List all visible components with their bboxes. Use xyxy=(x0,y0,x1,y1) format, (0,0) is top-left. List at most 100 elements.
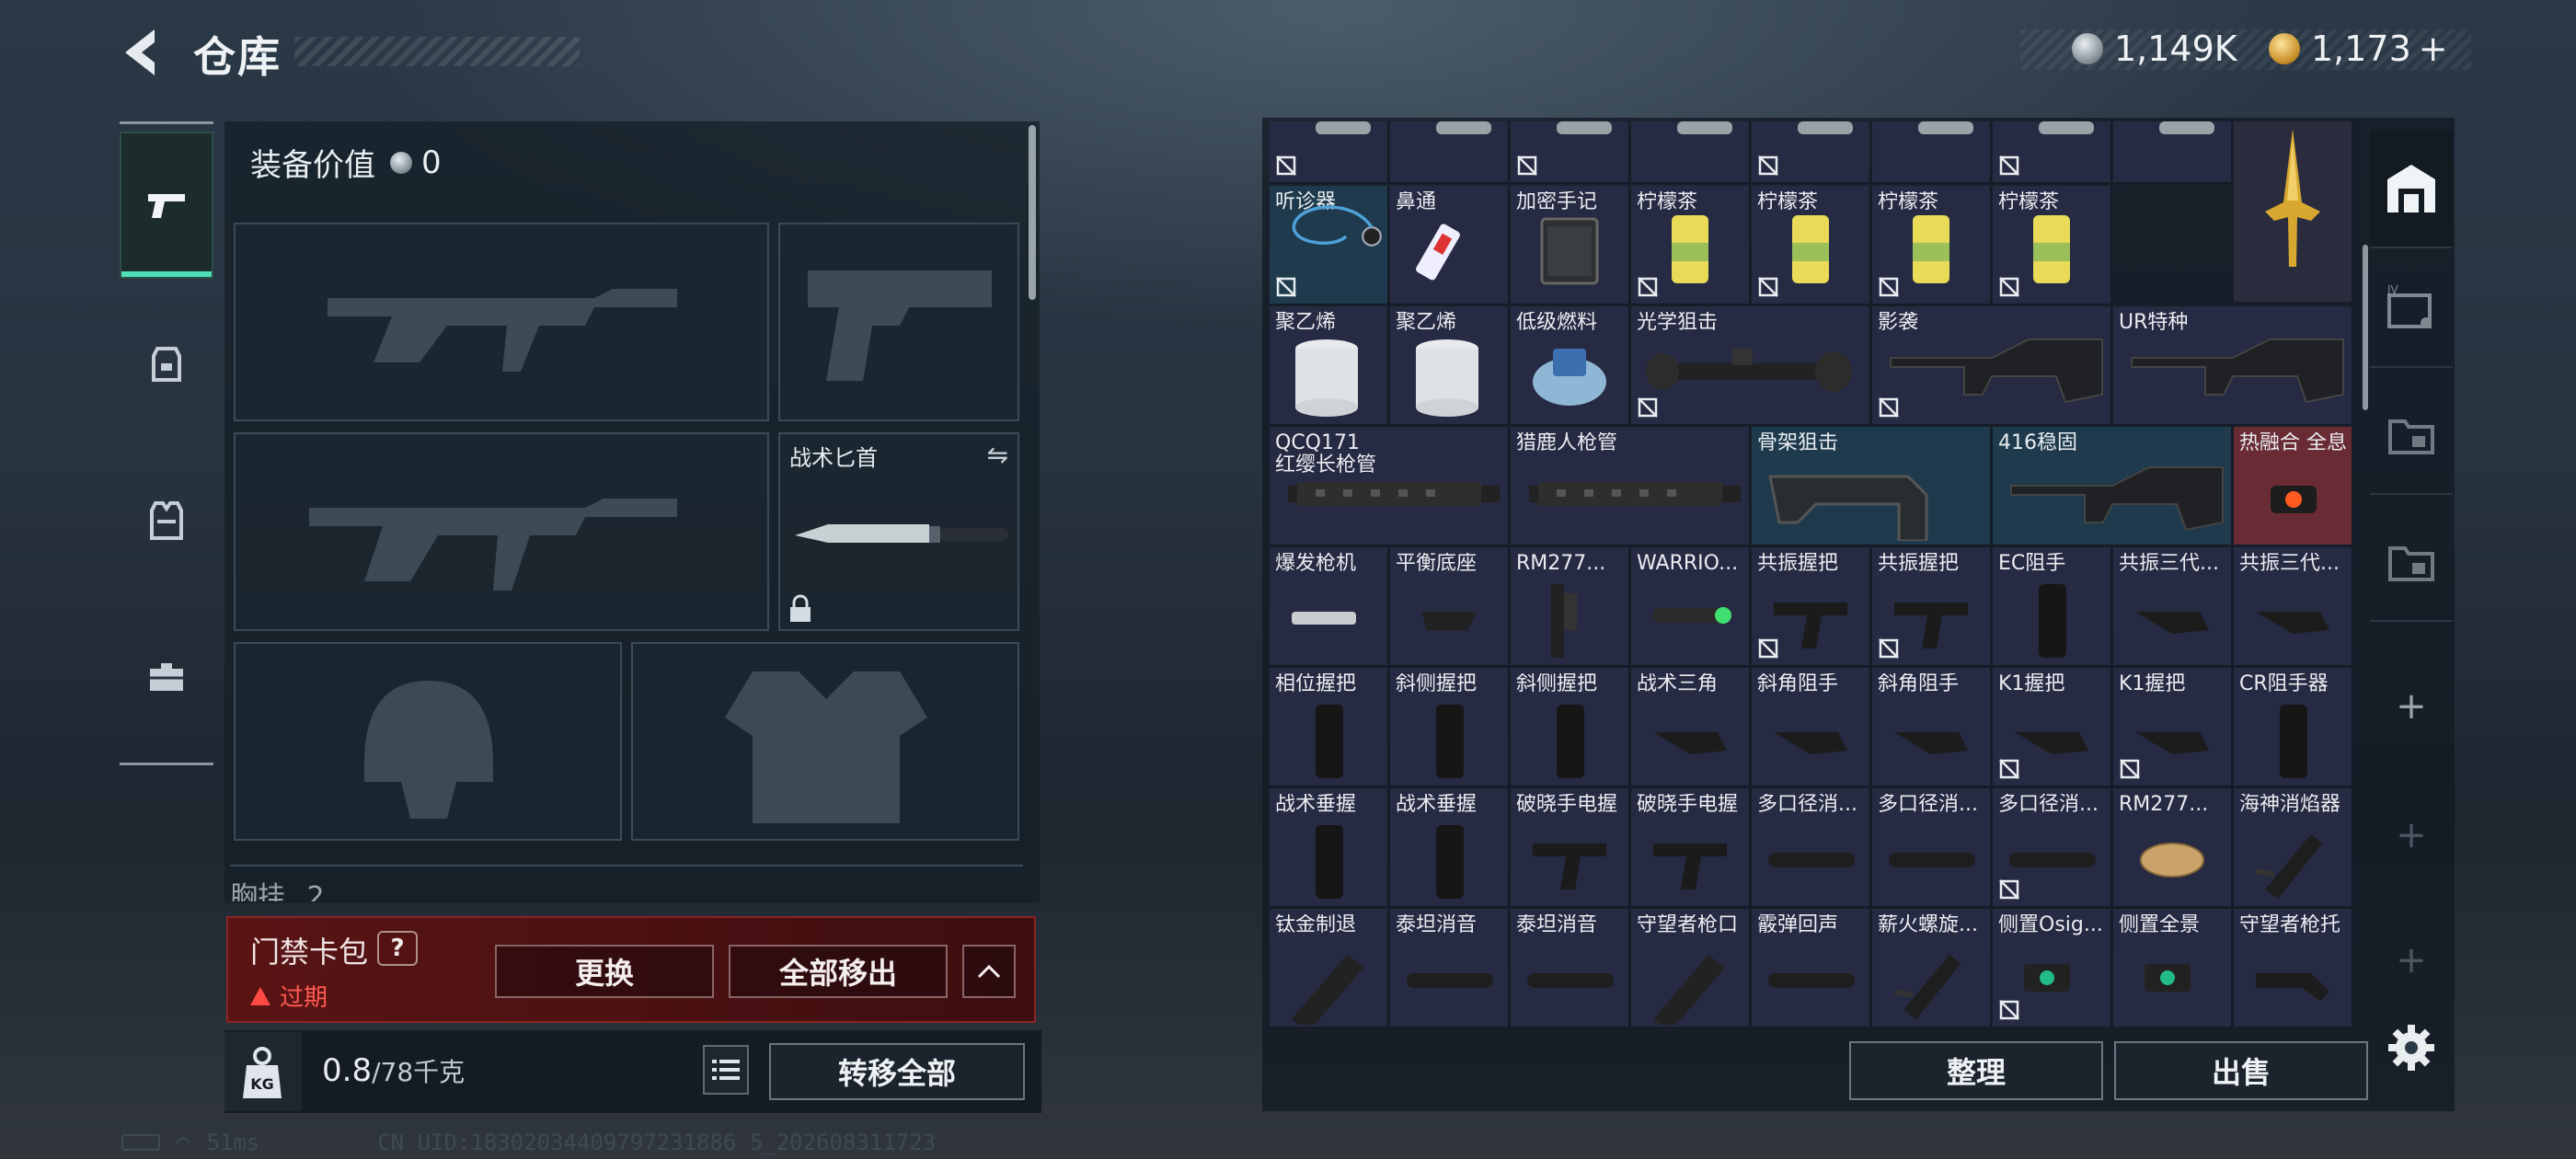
inventory-cell[interactable]: 斜侧握把 xyxy=(1511,668,1630,787)
inventory-cell[interactable]: 多口径消... xyxy=(1993,788,2112,908)
inventory-cell[interactable]: 侧置Osig... xyxy=(1993,909,2112,1028)
gold-amount: 1,173 xyxy=(2311,29,2411,69)
inventory-cell[interactable]: 斜侧握把 xyxy=(1390,668,1510,787)
chest-rig-section[interactable]: 胸挂 2 xyxy=(230,865,1023,901)
inventory-cell[interactable]: 泰坦消音 xyxy=(1511,909,1630,1028)
settings-gear-icon[interactable] xyxy=(2386,1023,2436,1073)
inventory-cell[interactable]: K1握把 xyxy=(1993,668,2112,787)
inventory-cell[interactable]: 战术垂握 xyxy=(1270,788,1389,908)
inventory-cell[interactable] xyxy=(1752,121,1871,184)
tab-backpack[interactable] xyxy=(120,290,213,437)
back-arrow-icon[interactable] xyxy=(118,26,166,79)
inventory-cell[interactable]: 爆发枪机 xyxy=(1270,547,1389,667)
add-warehouse-button[interactable]: + xyxy=(2370,648,2453,765)
inventory-cell[interactable]: 钛金制退 xyxy=(1270,909,1389,1028)
inventory-cell[interactable]: 柠檬茶 xyxy=(1993,186,2112,305)
move-all-out-button[interactable]: 全部移出 xyxy=(729,945,948,998)
replace-button[interactable]: 更换 xyxy=(495,945,714,998)
tab-warehouse-main[interactable] xyxy=(2370,131,2453,248)
inventory-cell[interactable]: 海神消焰器 xyxy=(2234,788,2353,908)
tab-warehouse-4[interactable]: IV xyxy=(2370,250,2453,368)
inventory-cell[interactable] xyxy=(2113,121,2233,184)
inventory-cell[interactable]: CR阻手器 xyxy=(2234,668,2353,787)
inventory-cell[interactable]: 柠檬茶 xyxy=(1872,186,1992,305)
inventory-cell[interactable]: 多口径消... xyxy=(1752,788,1871,908)
inventory-cell[interactable]: RM277... xyxy=(1511,547,1630,667)
inventory-cell[interactable]: RM277... xyxy=(2113,788,2233,908)
tab-warehouse-folder-2[interactable] xyxy=(2370,504,2453,622)
inventory-cell[interactable]: 听诊器 xyxy=(1270,186,1389,305)
inventory-cell[interactable]: 低级燃料 xyxy=(1511,306,1630,426)
collapse-button[interactable] xyxy=(962,945,1016,998)
gold-currency[interactable]: 1,173 + xyxy=(2269,28,2448,70)
item-name: 霰弹回声 xyxy=(1757,914,1839,936)
secondary-weapon-slot[interactable] xyxy=(234,432,769,631)
inventory-cell[interactable]: 薪火螺旋... xyxy=(1872,909,1992,1028)
inventory-cell[interactable]: 破晓手电握 xyxy=(1631,788,1751,908)
inventory-cell[interactable]: 柠檬茶 xyxy=(1752,186,1871,305)
inventory-cell[interactable] xyxy=(1511,121,1630,184)
inventory-cell[interactable]: WARRIO... xyxy=(1631,547,1751,667)
inventory-cell-wide[interactable]: 光学狙击 xyxy=(1631,306,1871,426)
inventory-cell[interactable]: 聚乙烯 xyxy=(1390,306,1510,426)
inventory-cell-wide[interactable]: 416稳固 xyxy=(1993,427,2233,546)
inventory-cell[interactable]: 破晓手电握 xyxy=(1511,788,1630,908)
inventory-cell[interactable]: 共振握把 xyxy=(1752,547,1871,667)
item-icon xyxy=(1514,695,1627,784)
inventory-cell[interactable] xyxy=(1993,121,2112,184)
transfer-all-button[interactable]: 转移全部 xyxy=(769,1043,1025,1100)
inventory-cell[interactable]: 加密手记 xyxy=(1511,186,1630,305)
inventory-cell[interactable]: 战术垂握 xyxy=(1390,788,1510,908)
add-warehouse-locked-button-2[interactable]: + xyxy=(2370,901,2453,1019)
knife-slot[interactable]: 战术匕首 ⇋ xyxy=(778,432,1019,631)
tab-warehouse-folder-1[interactable] xyxy=(2370,377,2453,495)
inventory-cell-golden-knife[interactable] xyxy=(2234,121,2353,304)
add-warehouse-locked-button[interactable]: + xyxy=(2370,776,2453,894)
swap-icon[interactable]: ⇋ xyxy=(987,440,1008,470)
inventory-cell-wide[interactable]: QCQ171 红缨长枪管 xyxy=(1270,427,1510,546)
inventory-cell[interactable]: 斜角阻手 xyxy=(1752,668,1871,787)
inventory-cell[interactable]: 柠檬茶 xyxy=(1631,186,1751,305)
inventory-cell[interactable]: 霰弹回声 xyxy=(1752,909,1871,1028)
inventory-cell-wide[interactable]: UR特种 xyxy=(2113,306,2353,426)
help-button[interactable]: ? xyxy=(377,931,418,966)
primary-weapon-slot[interactable] xyxy=(234,223,769,421)
inventory-cell[interactable]: 斜角阻手 xyxy=(1872,668,1992,787)
loadout-scrollbar[interactable] xyxy=(1029,125,1036,300)
inventory-cell-wide[interactable]: 骨架狙击 xyxy=(1752,427,1992,546)
sell-button[interactable]: 出售 xyxy=(2114,1041,2368,1100)
inventory-cell[interactable]: 共振握把 xyxy=(1872,547,1992,667)
pistol-slot[interactable] xyxy=(778,223,1019,421)
inventory-cell[interactable]: 战术三角 xyxy=(1631,668,1751,787)
warehouse-scrollbar[interactable] xyxy=(2363,245,2368,410)
tab-vest[interactable] xyxy=(120,446,213,593)
inventory-cell[interactable]: 多口径消... xyxy=(1872,788,1992,908)
silver-currency[interactable]: 1,149K xyxy=(2072,28,2237,70)
inventory-cell[interactable] xyxy=(1631,121,1751,184)
inventory-cell[interactable] xyxy=(1270,121,1389,184)
list-view-button[interactable] xyxy=(703,1045,749,1095)
inventory-cell[interactable]: 泰坦消音 xyxy=(1390,909,1510,1028)
inventory-cell[interactable] xyxy=(1872,121,1992,184)
inventory-cell[interactable]: 聚乙烯 xyxy=(1270,306,1389,426)
inventory-cell-wide[interactable]: 影袭 xyxy=(1872,306,2112,426)
inventory-cell[interactable] xyxy=(1390,121,1510,184)
inventory-cell[interactable]: 侧置全景 xyxy=(2113,909,2233,1028)
inventory-cell[interactable]: K1握把 xyxy=(2113,668,2233,787)
inventory-cell[interactable]: EC阻手 xyxy=(1993,547,2112,667)
tab-weapons[interactable] xyxy=(120,132,213,279)
inventory-cell[interactable]: 共振三代... xyxy=(2234,547,2353,667)
inventory-cell[interactable]: 平衡底座 xyxy=(1390,547,1510,667)
tab-case[interactable] xyxy=(120,602,213,750)
inventory-cell[interactable]: 共振三代... xyxy=(2113,547,2233,667)
inventory-cell-wide[interactable]: 猎鹿人枪管 xyxy=(1511,427,1751,546)
helmet-slot[interactable] xyxy=(234,642,622,841)
inventory-cell[interactable]: 守望者枪口 xyxy=(1631,909,1751,1028)
inventory-cell[interactable]: 鼻通 xyxy=(1390,186,1510,305)
armor-slot[interactable] xyxy=(631,642,1019,841)
inventory-cell[interactable]: 热融合 全息 xyxy=(2234,427,2353,546)
organize-button[interactable]: 整理 xyxy=(1849,1041,2103,1100)
inventory-cell[interactable]: 相位握把 xyxy=(1270,668,1389,787)
inventory-cell[interactable]: 守望者枪托 xyxy=(2234,909,2353,1028)
gold-add-button[interactable]: + xyxy=(2419,29,2448,69)
